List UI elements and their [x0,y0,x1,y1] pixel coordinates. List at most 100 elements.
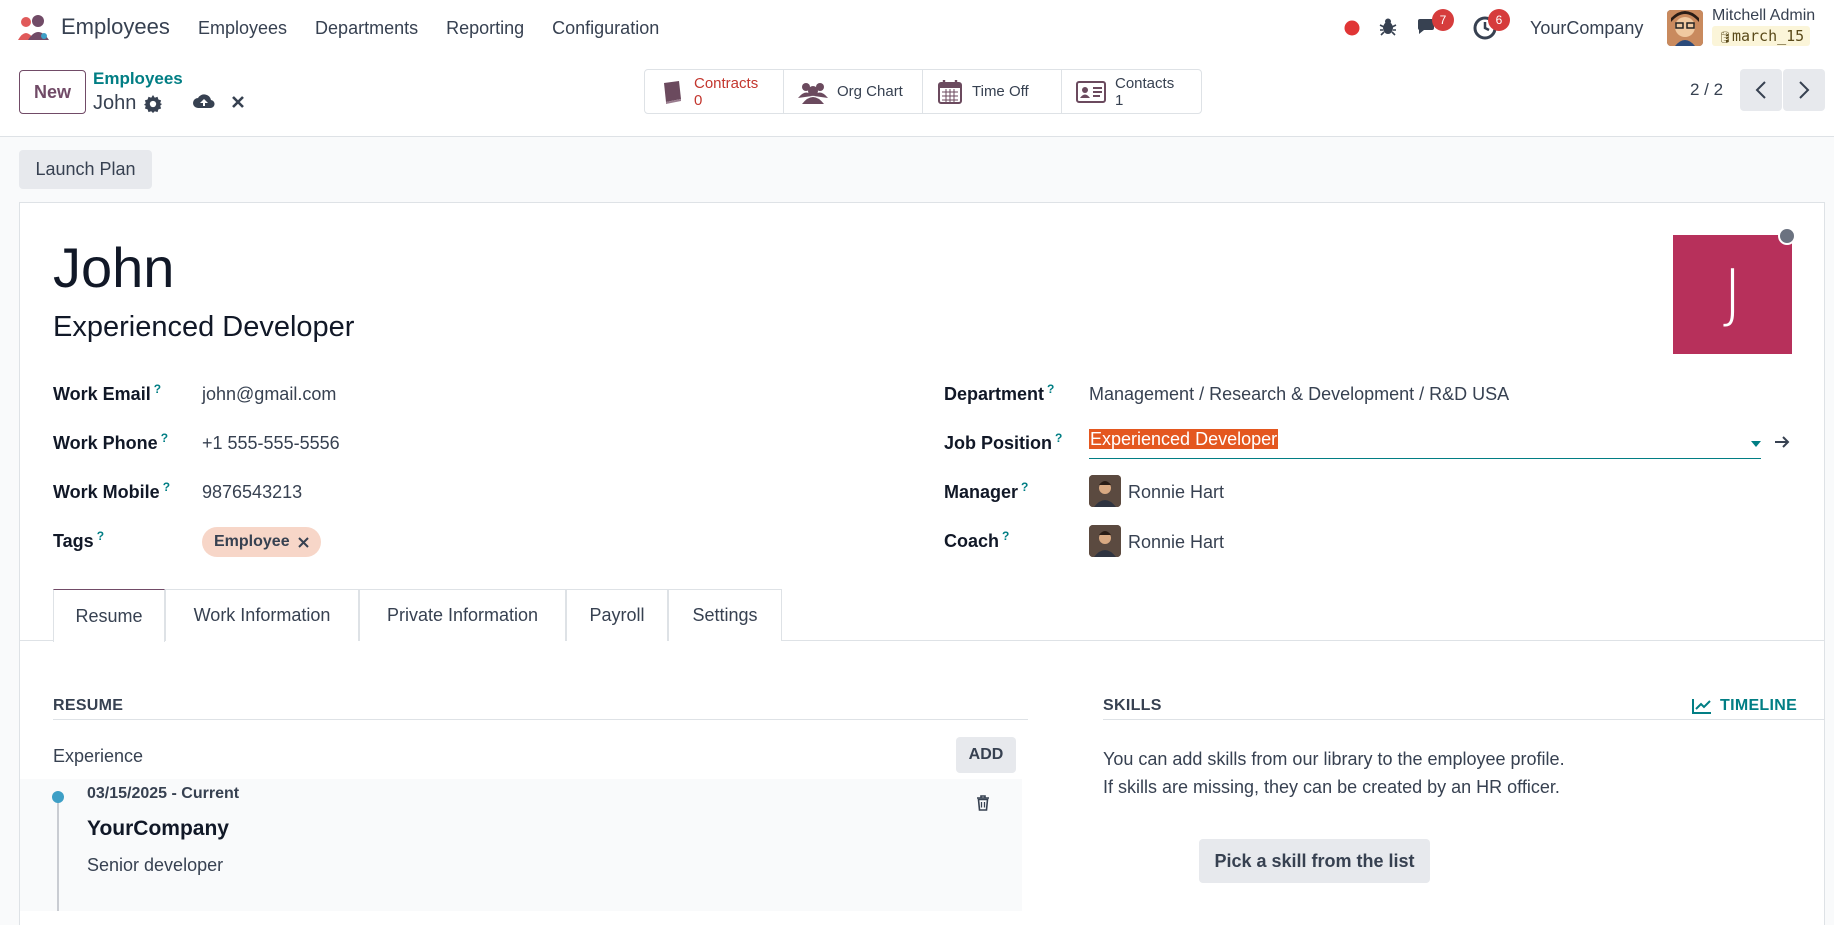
database-icon: 🛢 [1718,31,1732,44]
book-icon [664,80,681,104]
work-phone-label-text: Work Phone [53,433,158,453]
coach-field[interactable]: Ronnie Hart [1128,532,1224,553]
pager-previous-button[interactable] [1740,69,1782,111]
work-email-label: Work Email? [53,382,161,405]
activities-count-badge: 6 [1488,9,1510,31]
help-tooltip-icon[interactable]: ? [1055,431,1062,445]
department-field[interactable]: Management / Research & Development / R&… [1089,384,1509,405]
employee-name[interactable]: John [53,235,174,300]
contacts-smart-button[interactable]: Contacts 1 [1062,70,1201,113]
database-name-badge: 🛢march_15 [1712,26,1811,46]
activities-systray[interactable]: 6 [1473,9,1510,45]
employee-avatar[interactable]: J [1673,235,1792,354]
user-name[interactable]: Mitchell Admin [1712,7,1815,25]
job-position-input[interactable]: Experienced Developer [1089,429,1761,459]
manager-field[interactable]: Ronnie Hart [1128,482,1224,503]
menu-departments[interactable]: Departments [315,18,418,39]
contacts-label: Contacts [1115,74,1175,92]
timeline-label: TIMELINE [1720,697,1798,714]
tab-resume[interactable]: Resume [53,589,165,642]
work-email-field[interactable]: john@gmail.com [202,384,336,405]
help-tooltip-icon[interactable]: ? [1021,480,1028,494]
work-phone-label: Work Phone? [53,431,168,454]
help-tooltip-icon[interactable]: ? [1047,382,1054,396]
breadcrumb-current-label: John [93,92,137,114]
discard-close-icon[interactable] [231,95,245,109]
coach-avatar[interactable] [1089,525,1121,557]
skills-section-title: SKILLS [1103,697,1162,714]
department-label-text: Department [944,384,1045,404]
tab-payroll[interactable]: Payroll [566,589,668,641]
breadcrumb-employees[interactable]: Employees [93,69,183,89]
timeline-bar [57,797,59,911]
menu-employees[interactable]: Employees [198,18,287,39]
messages-systray[interactable]: 7 [1416,9,1454,43]
trash-icon[interactable] [976,795,990,811]
experience-group-title: Experience [53,746,144,766]
manager-label-text: Manager [944,482,1019,502]
skills-hint-line-1: You can add skills from our library to t… [1103,749,1565,769]
job-position-label: Job Position? [944,431,1062,454]
calendar-icon [938,79,962,104]
resume-divider [53,719,1028,720]
person-photo-icon [1089,525,1121,557]
menu-configuration[interactable]: Configuration [552,18,659,39]
user-face-icon [1667,10,1703,46]
resume-line-description: Senior developer [87,855,224,875]
skills-empty-hint: You can add skills from our library to t… [1103,745,1565,801]
employee-tag[interactable]: Employee [202,527,321,557]
tab-work-information[interactable]: Work Information [165,589,359,641]
breadcrumb-current: John [93,92,163,115]
pick-skill-button[interactable]: Pick a skill from the list [1199,839,1430,883]
caret-down-icon[interactable] [1751,441,1761,447]
manager-label: Manager? [944,480,1028,503]
record-icon[interactable] [1344,20,1360,36]
save-cloud-icon[interactable] [193,92,215,110]
person-photo-icon [1089,475,1121,507]
work-mobile-field[interactable]: 9876543213 [202,482,302,503]
internal-link-arrow-icon[interactable] [1774,435,1790,449]
tab-settings[interactable]: Settings [668,589,782,641]
tags-label: Tags? [53,529,104,552]
contacts-count: 1 [1115,91,1124,109]
new-button[interactable]: New [19,70,86,114]
contracts-smart-button[interactable]: Contracts 0 [645,70,784,113]
employee-job-title[interactable]: Experienced Developer [53,311,354,344]
work-email-label-text: Work Email [53,384,151,404]
help-tooltip-icon[interactable]: ? [154,382,161,396]
timeline-dot [52,791,64,803]
company-switcher[interactable]: YourCompany [1530,18,1643,39]
pager-value[interactable]: 2 / 2 [1690,80,1723,100]
tab-private-information[interactable]: Private Information [359,589,566,641]
database-name: march_15 [1731,27,1805,45]
app-logo-icon[interactable] [16,14,50,42]
help-tooltip-icon[interactable]: ? [161,431,168,445]
app-title[interactable]: Employees [61,14,170,40]
manager-avatar[interactable] [1089,475,1121,507]
user-avatar[interactable] [1667,10,1703,46]
line-chart-icon [1692,699,1711,714]
resume-line-dates: 03/15/2025 - Current [87,785,240,802]
work-mobile-label-text: Work Mobile [53,482,160,502]
contracts-label: Contracts [694,74,759,92]
tag-label: Employee [214,533,290,550]
org-chart-label: Org Chart [837,83,903,100]
time-off-smart-button[interactable]: Time Off [923,70,1062,113]
help-tooltip-icon[interactable]: ? [163,480,170,494]
help-tooltip-icon[interactable]: ? [1002,529,1009,543]
help-tooltip-icon[interactable]: ? [97,529,104,543]
org-chart-smart-button[interactable]: Org Chart [784,70,923,113]
remove-tag-icon[interactable] [297,536,309,548]
timeline-link[interactable]: TIMELINE [1692,697,1797,715]
debug-bug-icon[interactable] [1378,17,1398,37]
smart-buttons: Contracts 0 Org Chart Time Off Contacts … [644,69,1202,114]
pager-next-button[interactable] [1783,69,1825,111]
coach-label: Coach? [944,529,1009,552]
work-phone-field[interactable]: +1 555-555-5556 [202,433,340,454]
top-navbar: Employees Employees Departments Reportin… [0,0,1834,57]
add-resume-line-button[interactable]: ADD [956,737,1016,773]
menu-reporting[interactable]: Reporting [446,18,524,39]
resume-section-title: RESUME [53,697,124,714]
launch-plan-button[interactable]: Launch Plan [19,150,152,189]
gear-icon[interactable] [144,94,163,113]
